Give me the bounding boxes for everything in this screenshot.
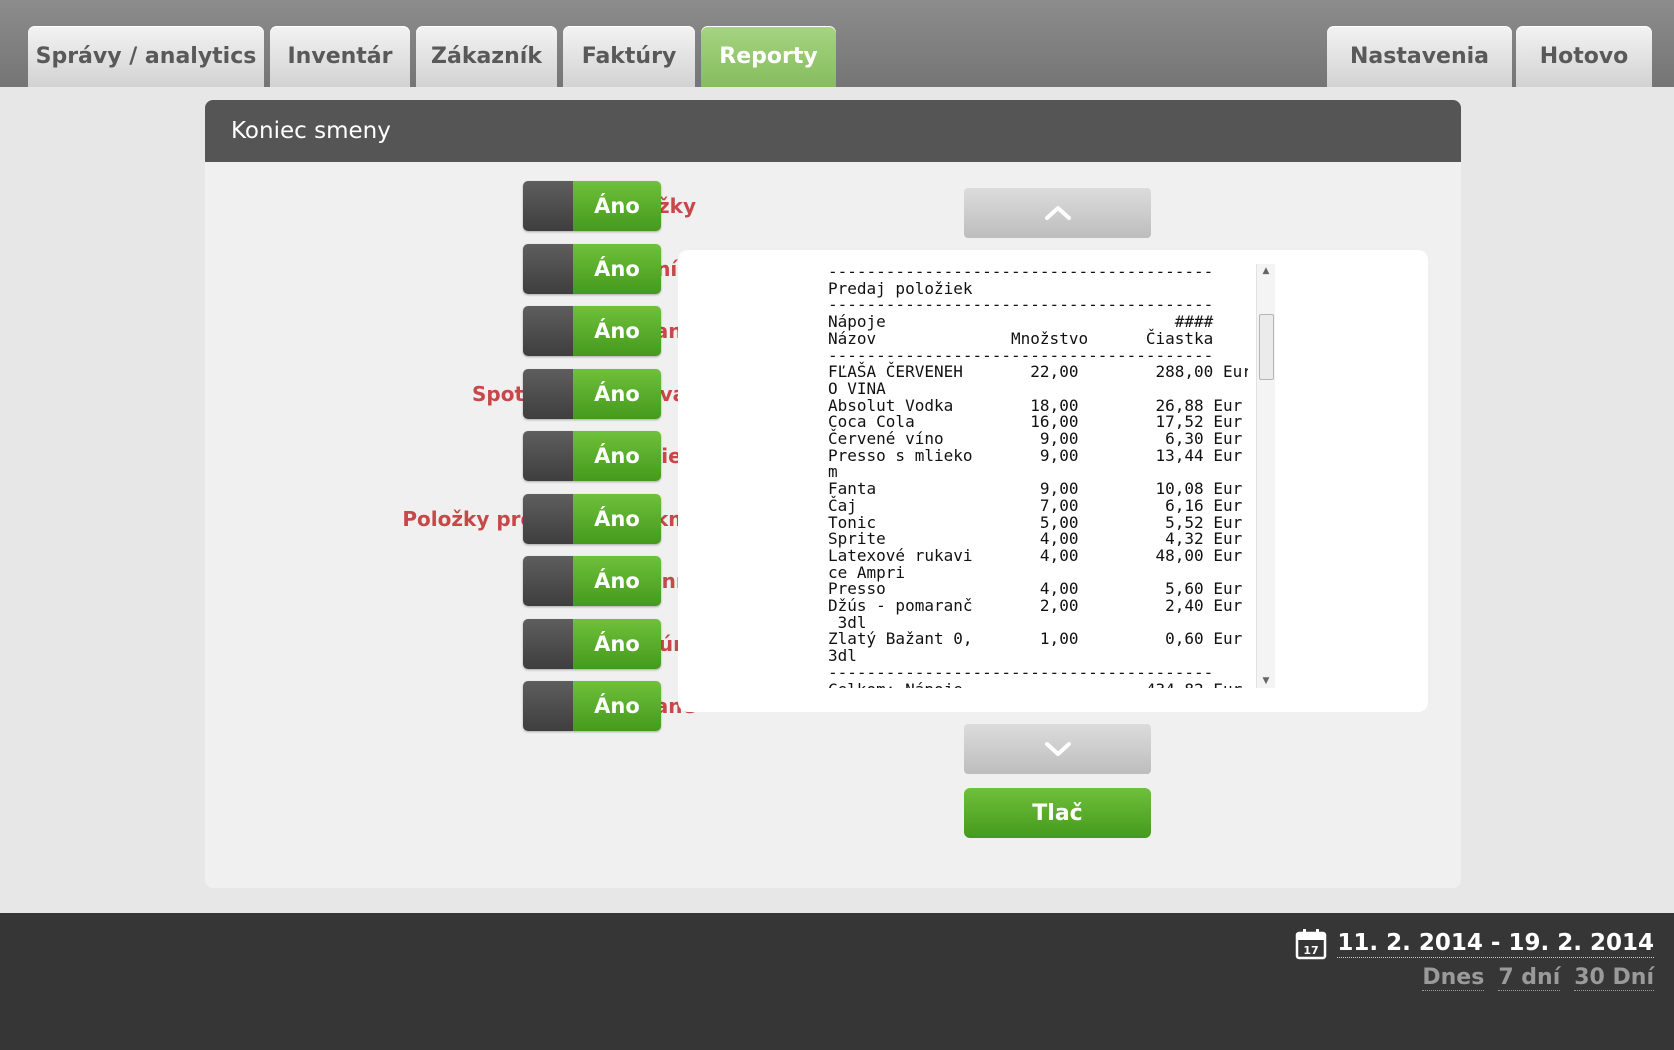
toggle-bez-dane[interactable]: Áno (523, 681, 661, 731)
toggle-polozky[interactable]: Áno (523, 181, 661, 231)
tab-zakaznik[interactable]: Zákazník (416, 26, 557, 87)
scroll-down-button[interactable] (964, 724, 1151, 774)
tab-reporty[interactable]: Reporty (701, 26, 836, 87)
toggle-zakaznik[interactable]: Áno (523, 556, 661, 606)
scroll-arrow-down-icon[interactable]: ▼ (1257, 674, 1275, 688)
toggle-knob (523, 431, 573, 481)
receipt-text: ----------------------------------------… (828, 264, 1248, 688)
chevron-up-icon (1044, 206, 1071, 220)
toggle-value: Áno (573, 181, 661, 231)
tab-faktury[interactable]: Faktúry (563, 26, 695, 87)
quick-range-7-days[interactable]: 7 dní (1498, 965, 1561, 991)
toggle-value: Áno (573, 306, 661, 356)
scroll-arrow-up-icon[interactable]: ▲ (1257, 264, 1275, 278)
toggle-knob (523, 369, 573, 419)
toggle-knob (523, 556, 573, 606)
print-button[interactable]: Tlač (964, 788, 1151, 838)
receipt-scrollbar[interactable]: ▲ ▼ (1256, 264, 1275, 688)
toggle-dane[interactable]: Áno (523, 306, 661, 356)
toggle-druhy-platieb[interactable]: Áno (523, 431, 661, 481)
date-range-value[interactable]: 11. 2. 2014 - 19. 2. 2014 (1337, 930, 1654, 958)
toggle-value: Áno (573, 431, 661, 481)
date-range-picker[interactable]: 17 11. 2. 2014 - 19. 2. 2014 (1295, 927, 1654, 961)
toggle-faktury[interactable]: Áno (523, 619, 661, 669)
tab-inventar[interactable]: Inventár (270, 26, 410, 87)
toggle-value: Áno (573, 244, 661, 294)
top-tab-bar: Správy / analytics Inventár Zákazník Fak… (0, 0, 1674, 87)
toggle-value: Áno (573, 369, 661, 419)
toggle-knob (523, 681, 573, 731)
toggle-value: Áno (573, 681, 661, 731)
footer-bar: 17 11. 2. 2014 - 19. 2. 2014 Dnes 7 dní … (0, 913, 1674, 1050)
toggle-spotrebovany-tovar[interactable]: Áno (523, 369, 661, 419)
tab-spravy-analytics[interactable]: Správy / analytics (28, 26, 264, 87)
toggle-knob (523, 494, 573, 544)
toggle-knob (523, 619, 573, 669)
receipt-viewport[interactable]: ----------------------------------------… (828, 264, 1248, 688)
toggle-knob (523, 244, 573, 294)
quick-range-30-days[interactable]: 30 Dní (1574, 965, 1654, 991)
calendar-icon: 17 (1296, 929, 1327, 960)
toggle-knob (523, 181, 573, 231)
calendar-day: 17 (1304, 944, 1319, 957)
receipt-preview: ----------------------------------------… (678, 250, 1428, 712)
toggle-casnici[interactable]: Áno (523, 244, 661, 294)
scroll-up-button[interactable] (964, 188, 1151, 238)
toggle-value: Áno (573, 494, 661, 544)
toggle-value: Áno (573, 619, 661, 669)
toggle-polozky-predane-casnikmi[interactable]: Áno (523, 494, 661, 544)
tab-nastavenia[interactable]: Nastavenia (1327, 26, 1512, 87)
panel-title: Koniec smeny (205, 100, 1461, 162)
toggle-value: Áno (573, 556, 661, 606)
scrollbar-thumb[interactable] (1259, 314, 1274, 380)
chevron-down-icon (1044, 742, 1071, 756)
quick-range-links: Dnes 7 dní 30 Dní (1422, 965, 1654, 991)
end-of-shift-panel: Koniec smeny Položky Áno Čašníci Áno Dan… (205, 100, 1461, 888)
quick-range-today[interactable]: Dnes (1422, 965, 1485, 991)
tab-hotovo[interactable]: Hotovo (1516, 26, 1652, 87)
toggle-knob (523, 306, 573, 356)
